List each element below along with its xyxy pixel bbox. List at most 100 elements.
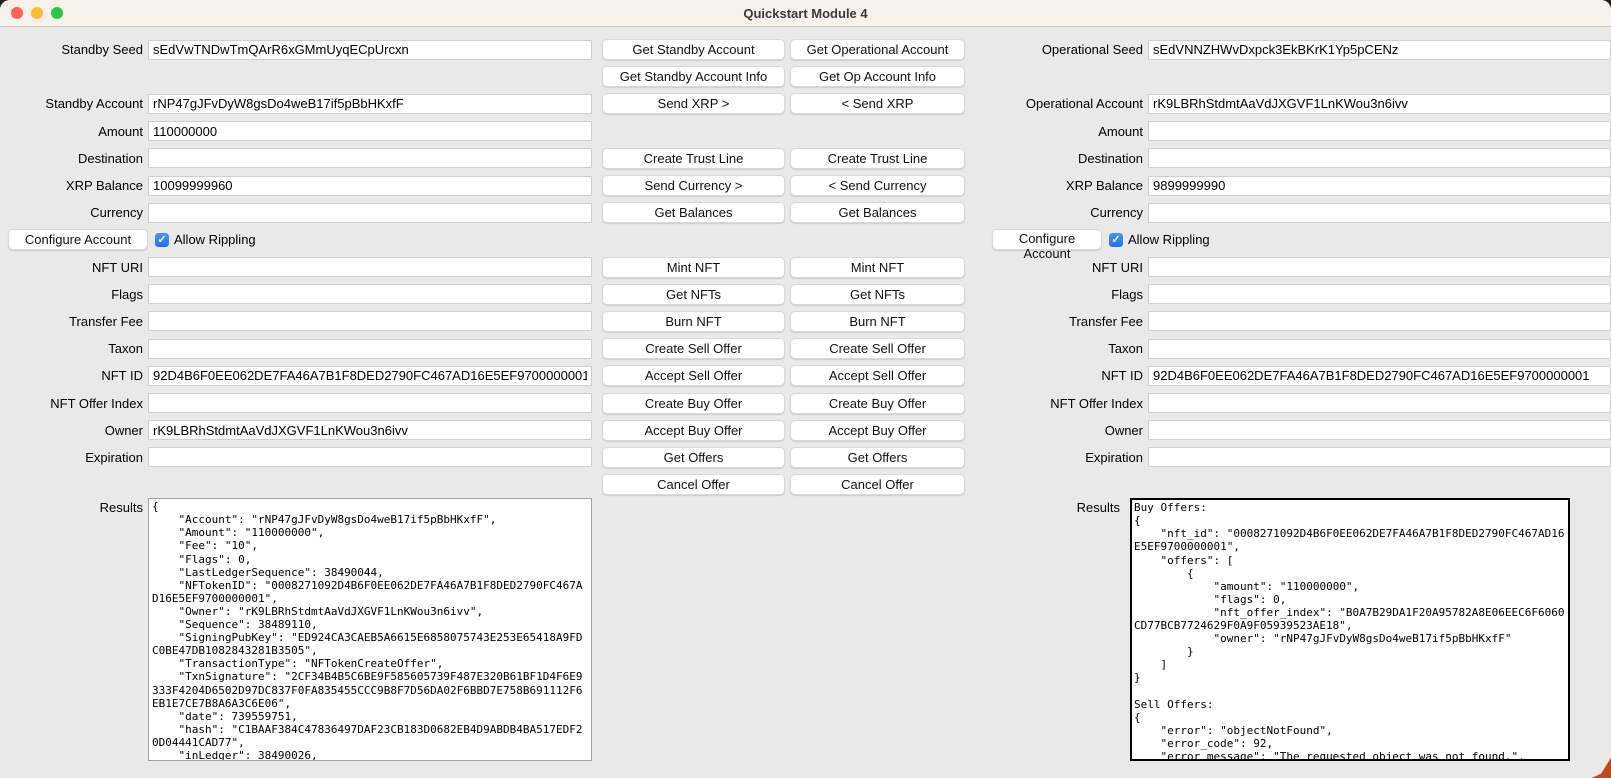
standby-get-balances-button[interactable]: Get Balances [602, 202, 785, 223]
operational-nft-uri-input[interactable] [1148, 257, 1611, 277]
standby-amount-label: Amount [0, 124, 148, 139]
operational-currency-label: Currency [970, 205, 1148, 220]
standby-destination-input[interactable] [148, 148, 592, 168]
standby-nft-id-input[interactable] [148, 366, 592, 386]
standby-currency-input[interactable] [148, 203, 592, 223]
standby-create-sell-offer-button[interactable]: Create Sell Offer [602, 338, 785, 359]
operational-nft-uri-label: NFT URI [970, 260, 1148, 275]
title-bar: Quickstart Module 4 [0, 0, 1611, 27]
standby-mint-nft-button[interactable]: Mint NFT [602, 257, 785, 278]
operational-create-buy-offer-button[interactable]: Create Buy Offer [790, 393, 965, 414]
standby-owner-label: Owner [0, 423, 148, 438]
close-button[interactable] [11, 7, 23, 19]
standby-nft-offer-index-label: NFT Offer Index [0, 396, 148, 411]
standby-taxon-input[interactable] [148, 339, 592, 359]
standby-expiration-label: Expiration [0, 450, 148, 465]
standby-configure-account-button[interactable]: Configure Account [8, 229, 148, 250]
operational-transfer-fee-label: Transfer Fee [970, 314, 1148, 329]
operational-destination-label: Destination [970, 151, 1148, 166]
operational-flags-input[interactable] [1148, 284, 1611, 304]
standby-burn-nft-button[interactable]: Burn NFT [602, 311, 785, 332]
operational-create-trust-line-button[interactable]: Create Trust Line [790, 148, 965, 169]
operational-configure-account-button[interactable]: Configure Account [992, 229, 1102, 250]
operational-amount-input[interactable] [1148, 121, 1611, 141]
operational-burn-nft-button[interactable]: Burn NFT [790, 311, 965, 332]
standby-xrp-balance-input[interactable] [148, 176, 592, 196]
operational-transfer-fee-input[interactable] [1148, 311, 1611, 331]
operational-amount-label: Amount [970, 124, 1148, 139]
standby-flags-label: Flags [0, 287, 148, 302]
operational-accept-sell-offer-button[interactable]: Accept Sell Offer [790, 365, 965, 386]
operational-get-balances-button[interactable]: Get Balances [790, 202, 965, 223]
operational-owner-label: Owner [970, 423, 1148, 438]
standby-owner-input[interactable] [148, 420, 592, 440]
standby-accept-sell-offer-button[interactable]: Accept Sell Offer [602, 365, 785, 386]
standby-destination-label: Destination [0, 151, 148, 166]
standby-flags-input[interactable] [148, 284, 592, 304]
standby-account-input[interactable] [148, 94, 592, 114]
standby-get-offers-button[interactable]: Get Offers [602, 447, 785, 468]
operational-create-sell-offer-button[interactable]: Create Sell Offer [790, 338, 965, 359]
standby-expiration-input[interactable] [148, 447, 592, 467]
operational-accept-buy-offer-button[interactable]: Accept Buy Offer [790, 420, 965, 441]
operational-results-label: Results [970, 498, 1125, 515]
operational-send-xrp-button[interactable]: < Send XRP [790, 93, 965, 114]
standby-accept-buy-offer-button[interactable]: Accept Buy Offer [602, 420, 785, 441]
get-standby-account-info-button[interactable]: Get Standby Account Info [602, 66, 785, 87]
standby-nft-offer-index-input[interactable] [148, 393, 592, 413]
operational-allow-rippling-checkbox[interactable] [1109, 233, 1123, 247]
standby-amount-input[interactable] [148, 121, 592, 141]
operational-results-textarea[interactable]: Buy Offers: { "nft_id": "0008271092D4B6F… [1130, 498, 1570, 761]
operational-currency-input[interactable] [1148, 203, 1611, 223]
operational-get-offers-button[interactable]: Get Offers [790, 447, 965, 468]
standby-create-trust-line-button[interactable]: Create Trust Line [602, 148, 785, 169]
operational-seed-input[interactable] [1148, 40, 1611, 60]
standby-seed-label: Standby Seed [0, 42, 148, 57]
operational-destination-input[interactable] [1148, 148, 1611, 168]
operational-allow-rippling-label: Allow Rippling [1128, 232, 1210, 247]
standby-transfer-fee-input[interactable] [148, 311, 592, 331]
operational-xrp-balance-label: XRP Balance [970, 178, 1148, 193]
standby-nft-uri-input[interactable] [148, 257, 592, 277]
operational-account-input[interactable] [1148, 94, 1611, 114]
window-title: Quickstart Module 4 [743, 6, 867, 21]
operational-account-label: Operational Account [970, 96, 1148, 111]
operational-taxon-input[interactable] [1148, 339, 1611, 359]
standby-taxon-label: Taxon [0, 341, 148, 356]
standby-create-buy-offer-button[interactable]: Create Buy Offer [602, 393, 785, 414]
operational-nft-id-label: NFT ID [970, 368, 1148, 383]
operational-owner-input[interactable] [1148, 420, 1611, 440]
standby-transfer-fee-label: Transfer Fee [0, 314, 148, 329]
operational-configure-row: Configure Account Allow Rippling [970, 229, 1611, 250]
standby-nft-uri-label: NFT URI [0, 260, 148, 275]
get-standby-account-button[interactable]: Get Standby Account [602, 39, 785, 60]
operational-nft-id-input[interactable] [1148, 366, 1611, 386]
operational-cancel-offer-button[interactable]: Cancel Offer [790, 474, 965, 495]
get-op-account-info-button[interactable]: Get Op Account Info [790, 66, 965, 87]
operational-get-nfts-button[interactable]: Get NFTs [790, 284, 965, 305]
operational-mint-nft-button[interactable]: Mint NFT [790, 257, 965, 278]
minimize-button[interactable] [31, 7, 43, 19]
operational-nft-offer-index-input[interactable] [1148, 393, 1611, 413]
standby-send-xrp-button[interactable]: Send XRP > [602, 93, 785, 114]
standby-get-nfts-button[interactable]: Get NFTs [602, 284, 785, 305]
standby-results-textarea[interactable]: { "Account": "rNP47gJFvDyW8gsDo4weB17if5… [148, 498, 592, 761]
get-operational-account-button[interactable]: Get Operational Account [790, 39, 965, 60]
traffic-lights [11, 0, 63, 26]
standby-allow-rippling-checkbox[interactable] [155, 233, 169, 247]
operational-results-row: Results Buy Offers: { "nft_id": "0008271… [970, 498, 1611, 761]
operational-taxon-label: Taxon [970, 341, 1148, 356]
standby-seed-input[interactable] [148, 40, 592, 60]
zoom-button[interactable] [51, 7, 63, 19]
operational-expiration-input[interactable] [1148, 447, 1611, 467]
operational-flags-label: Flags [970, 287, 1148, 302]
standby-allow-rippling-label: Allow Rippling [174, 232, 256, 247]
standby-cancel-offer-button[interactable]: Cancel Offer [602, 474, 785, 495]
operational-send-currency-button[interactable]: < Send Currency [790, 175, 965, 196]
operational-expiration-label: Expiration [970, 450, 1148, 465]
main-content: Standby Seed Get Standby Account Get Ope… [0, 27, 1611, 774]
standby-send-currency-button[interactable]: Send Currency > [602, 175, 785, 196]
operational-seed-label: Operational Seed [970, 42, 1148, 57]
operational-xrp-balance-input[interactable] [1148, 176, 1611, 196]
standby-currency-label: Currency [0, 205, 148, 220]
